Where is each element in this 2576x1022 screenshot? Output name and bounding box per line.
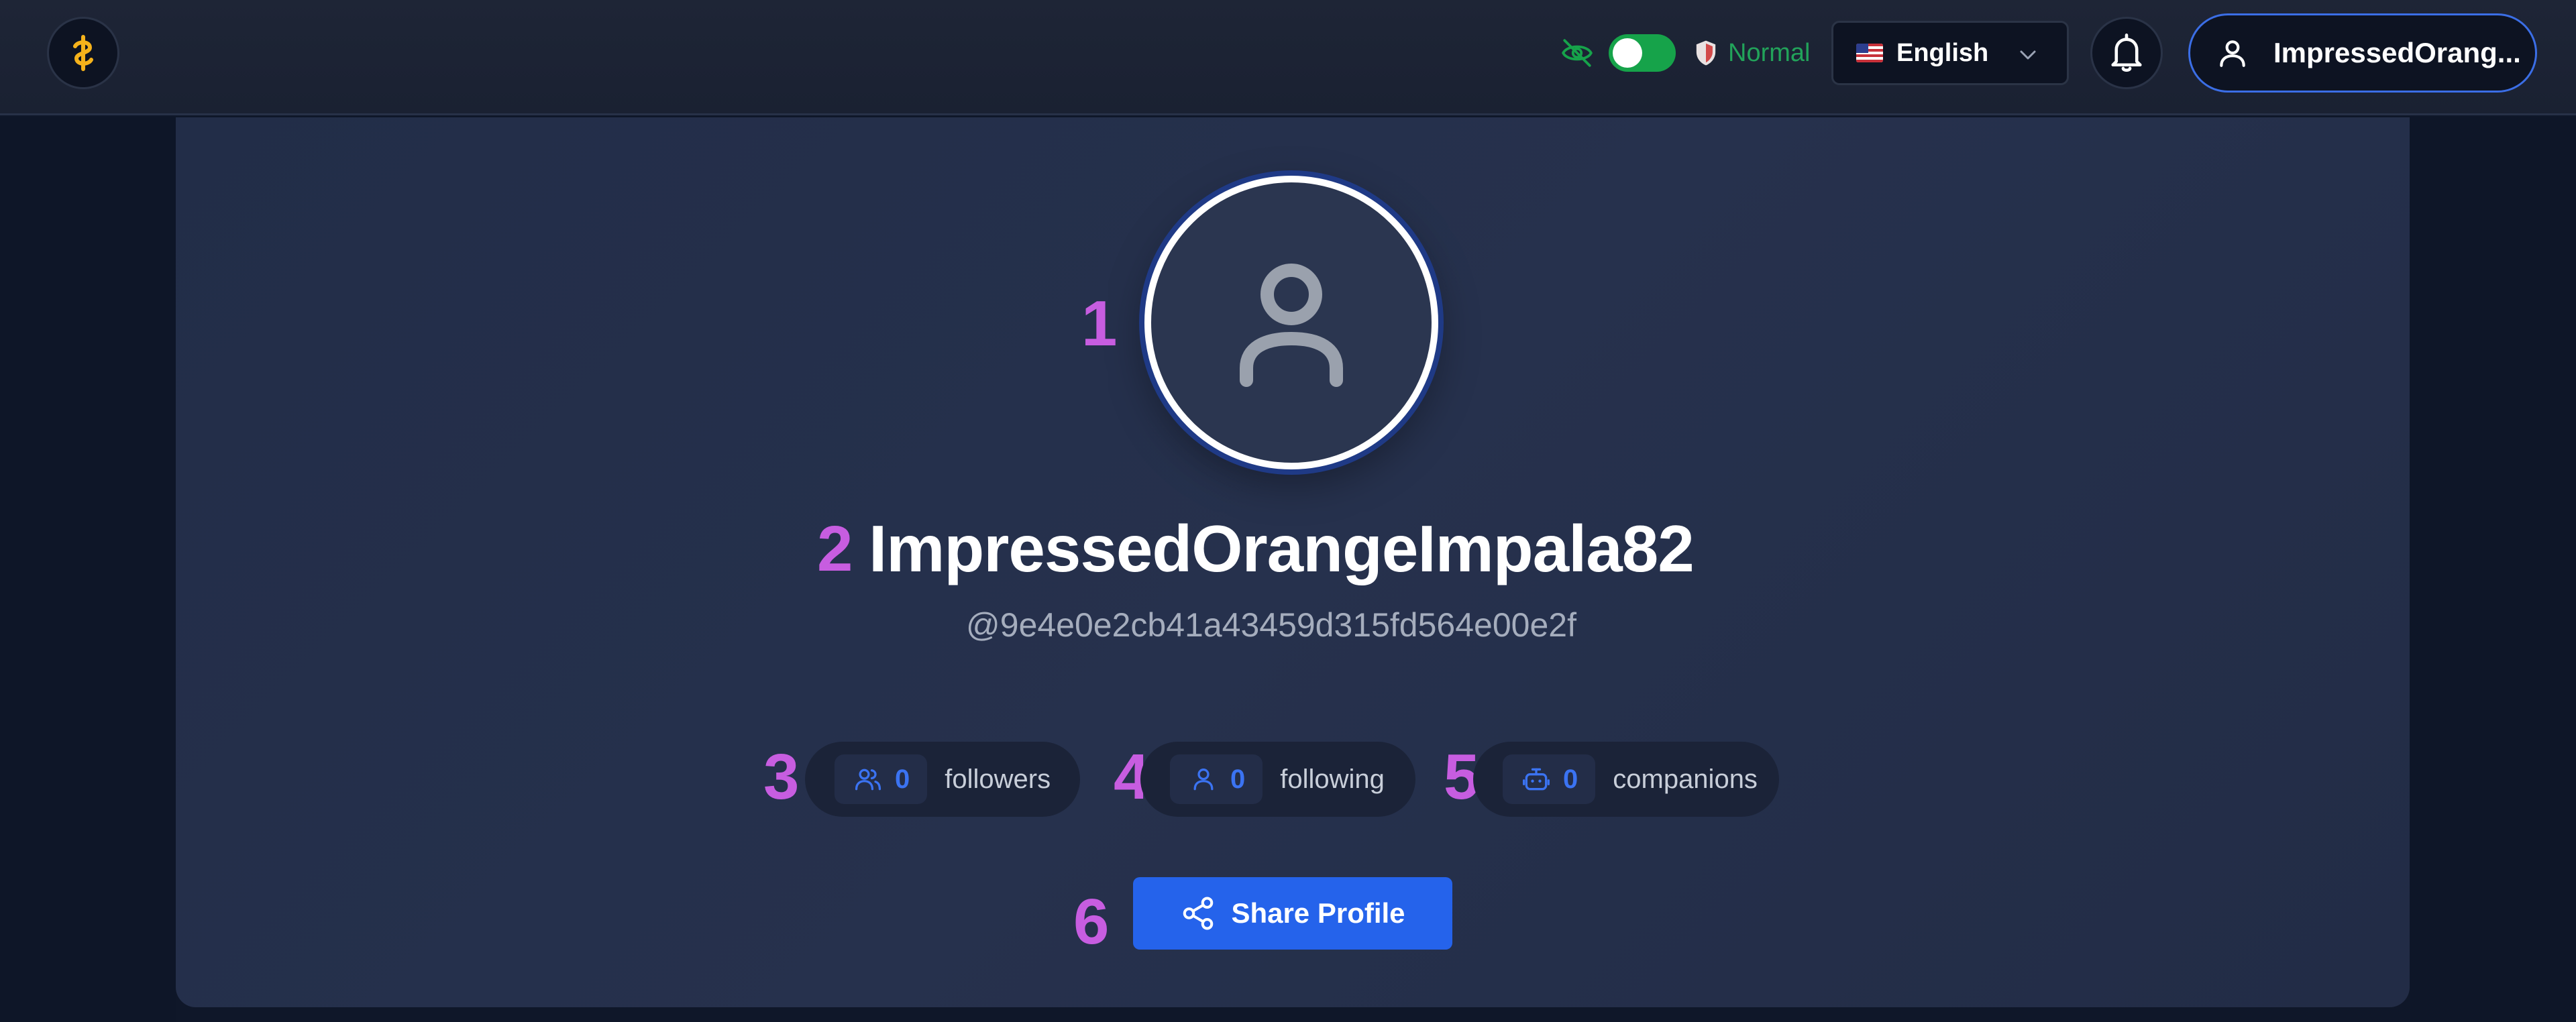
left-gutter: [0, 117, 176, 1022]
user-menu-button[interactable]: ImpressedOrang...: [2188, 13, 2537, 93]
profile-avatar[interactable]: [1144, 176, 1438, 469]
shield-icon: [1696, 40, 1716, 66]
marker-1: 1: [1081, 288, 1118, 359]
user-icon: [2220, 40, 2245, 67]
bell-icon: [2111, 34, 2142, 72]
chevron-down-icon: [2020, 50, 2036, 60]
top-bar: Normal English ImpressedOrang...: [0, 0, 2576, 115]
privacy-controls: Normal: [1560, 30, 1810, 76]
marker-6: 6: [1073, 886, 1110, 958]
companions-stat[interactable]: 0 companions: [1473, 742, 1779, 817]
companions-count-chip: 0: [1503, 754, 1596, 804]
followers-count: 0: [895, 764, 910, 794]
share-icon: [1183, 897, 1214, 930]
share-profile-label: Share Profile: [1231, 897, 1405, 929]
logo-button[interactable]: [47, 17, 119, 89]
following-stat[interactable]: 0 following: [1140, 742, 1415, 817]
user-avatar-icon: [1240, 264, 1343, 387]
currency-logo-icon: [73, 35, 93, 71]
language-select[interactable]: English: [1831, 21, 2069, 85]
profile-handle: @9e4e0e2cb41a43459d315fd564e00e2f: [966, 606, 1576, 644]
users-icon: [855, 769, 881, 791]
marker-3: 3: [763, 741, 800, 813]
language-label: English: [1896, 38, 1989, 67]
eye-off-icon[interactable]: [1560, 36, 1594, 70]
share-profile-button[interactable]: Share Profile: [1133, 877, 1452, 950]
right-gutter: [2410, 117, 2576, 1022]
following-count: 0: [1230, 764, 1246, 794]
us-flag-icon: [1856, 44, 1883, 62]
following-count-chip: 0: [1170, 754, 1263, 804]
companions-count: 0: [1563, 764, 1578, 794]
followers-label: followers: [945, 764, 1051, 794]
companions-label: companions: [1613, 764, 1758, 794]
following-label: following: [1280, 764, 1385, 794]
followers-stat[interactable]: 0 followers: [805, 742, 1080, 817]
privacy-toggle[interactable]: [1609, 34, 1676, 72]
privacy-mode-label: Normal: [1728, 38, 1811, 67]
profile-display-name: ImpressedOrangeImpala82: [869, 512, 1695, 585]
followers-count-chip: 0: [835, 754, 928, 804]
user-icon: [1193, 769, 1214, 791]
bot-icon: [1523, 768, 1550, 791]
notifications-button[interactable]: [2090, 17, 2163, 89]
marker-2: 2: [817, 513, 853, 585]
toggle-knob: [1613, 38, 1642, 68]
username-label: ImpressedOrang...: [2273, 37, 2521, 68]
